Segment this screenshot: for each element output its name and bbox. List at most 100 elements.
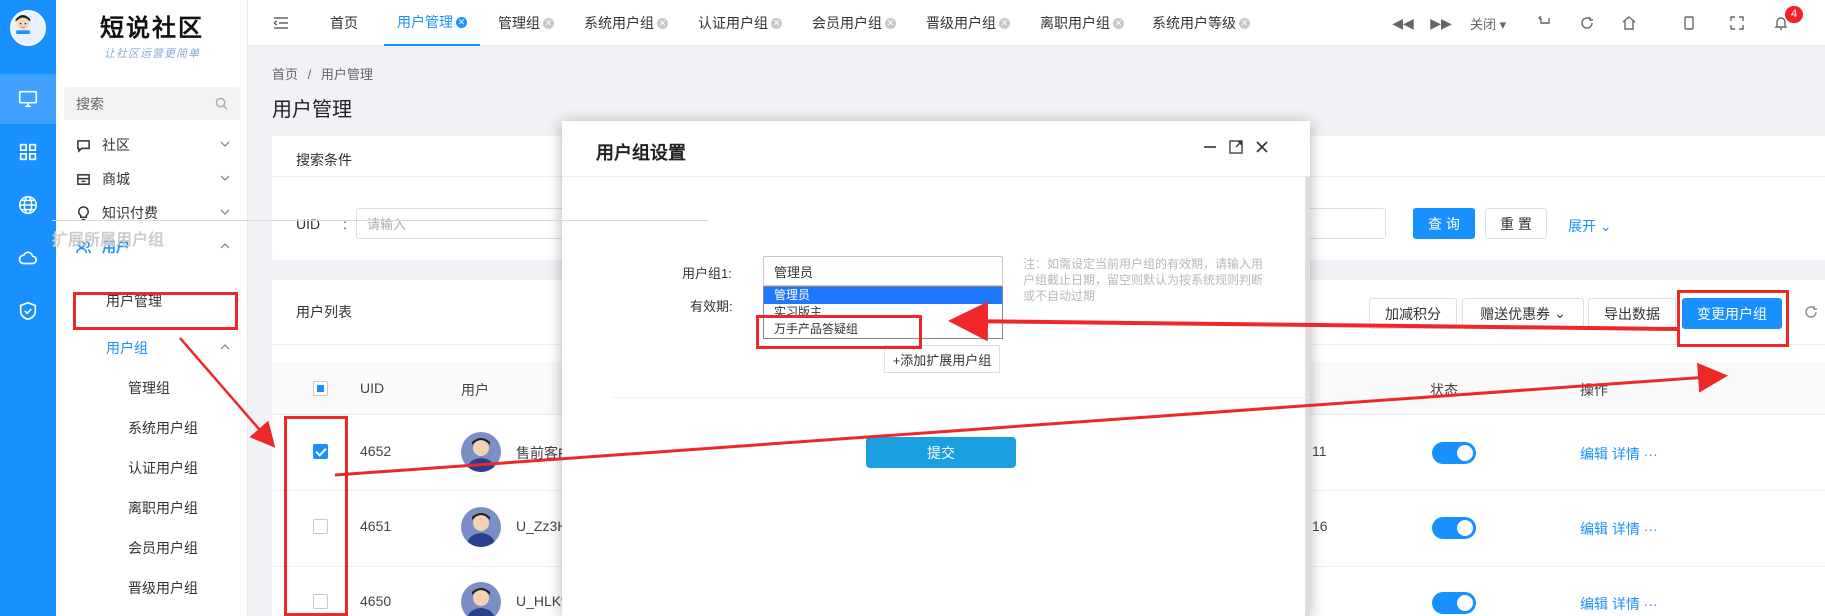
coupon-button[interactable]: 赠送优惠券 ⌄ [1462,298,1584,329]
close-tabs-dropdown[interactable]: 关闭 ▾ [1470,14,1506,33]
search-panel-title: 搜索条件 [296,152,352,168]
sidebar-item-store[interactable]: 商城 [56,165,248,193]
chevron-down-icon: ⌄ [1554,305,1566,321]
uid-placeholder: 请输入 [367,217,407,232]
tab-system-group[interactable]: 系统用户组 ✕ [584,0,668,46]
tab-user-manage[interactable]: 用户管理 ✕ [384,0,480,46]
row-username: 售前客F [516,445,567,461]
scroll-left-icon[interactable]: ◀◀ [1392,14,1414,32]
avatar-face-icon [12,12,34,36]
more-link[interactable]: ··· [1644,446,1658,462]
back-icon[interactable] [1536,14,1554,32]
chevron-up-icon [220,344,230,350]
sidebar-item-member-group[interactable]: 会员用户组 [128,538,198,558]
home-icon[interactable] [1620,14,1638,32]
brand-subtitle: 让社区运营更简单 [104,47,200,60]
close-icon[interactable]: ✕ [456,16,467,28]
close-icon[interactable]: ✕ [657,17,668,29]
search-icon [215,97,228,110]
group-select[interactable]: 管理员 [763,256,1003,286]
add-group-button[interactable]: +添加扩展用户组 [884,345,1000,373]
status-toggle[interactable] [1432,517,1476,539]
menu-search-input[interactable]: 搜索 [64,87,240,120]
store-icon [76,172,92,187]
dropdown-option[interactable]: 管理员 [764,287,1002,304]
row-username: U_HLKv [516,593,569,609]
export-button[interactable]: 导出数据 [1588,298,1676,329]
globe-icon[interactable] [0,180,56,230]
reset-button[interactable]: 重 置 [1485,208,1547,239]
breadcrumb-home[interactable]: 首页 [272,67,298,82]
status-toggle[interactable] [1432,592,1476,614]
more-link[interactable]: ··· [1644,596,1658,612]
annotation-box-checkbox [284,416,348,616]
close-icon[interactable]: ✕ [1113,17,1124,29]
group-label: 用户组1: [682,266,732,281]
close-icon[interactable]: ✕ [999,17,1010,29]
admin-avatar[interactable] [10,10,46,46]
edit-link[interactable]: 编辑 [1580,596,1608,612]
submit-button[interactable]: 提交 [866,437,1016,468]
column-header-user: 用户 [461,382,489,398]
tab-system-level[interactable]: 系统用户等级 ✕ [1152,0,1250,46]
close-icon[interactable]: ✕ [771,17,782,29]
menu-collapse-icon[interactable] [272,14,290,32]
mobile-icon[interactable] [1680,14,1698,32]
detail-link[interactable]: 详情 [1612,596,1640,612]
shield-icon[interactable] [0,286,56,336]
sidebar-item-system-group[interactable]: 系统用户组 [128,418,198,438]
tab-label: 用户管理 [397,14,453,30]
sidebar-item-promotion-group[interactable]: 晋级用户组 [128,578,198,598]
coupon-label: 赠送优惠券 [1480,305,1551,322]
sidebar-item-community[interactable]: 社区 [56,131,248,159]
row-uid: 4652 [360,443,392,459]
select-all-checkbox[interactable] [313,381,328,396]
row-username: U_Zz3H [516,518,568,534]
column-header-uid: UID [360,380,385,396]
refresh-icon[interactable] [1578,14,1596,32]
close-icon[interactable]: ✕ [1239,17,1250,29]
row-uid: 4651 [360,518,392,534]
tab-verified-group[interactable]: 认证用户组 ✕ [698,0,782,46]
user-avatar [461,507,501,547]
icon-rail [0,0,56,616]
sidebar-item-knowledge[interactable]: 知识付费 [56,199,248,227]
close-icon[interactable]: ✕ [885,17,896,29]
sidebar-item-user-group[interactable]: 用户组 [106,338,148,358]
tab-label: 系统用户等级 [1152,15,1236,31]
tab-member-group[interactable]: 会员用户组 ✕ [812,0,896,46]
maximize-icon[interactable] [1228,139,1244,155]
status-toggle[interactable] [1432,442,1476,464]
breadcrumb: 首页 / 用户管理 [272,64,373,83]
tab-home[interactable]: 首页 [330,0,358,46]
scroll-right-icon[interactable]: ▶▶ [1430,14,1452,32]
tab-resigned-group[interactable]: 离职用户组 ✕ [1040,0,1124,46]
points-button[interactable]: 加减积分 [1369,298,1457,329]
refresh-icon[interactable] [1802,303,1820,321]
query-button[interactable]: 查 询 [1413,208,1475,239]
column-header-status: 状态 [1430,382,1458,398]
row-uid: 4650 [360,593,392,609]
chevron-down-icon: ⌄ [1599,218,1612,234]
detail-link[interactable]: 详情 [1612,521,1640,537]
close-icon[interactable]: ✕ [543,17,554,29]
cloud-icon[interactable] [0,233,56,283]
user-avatar [461,582,501,616]
grid-icon[interactable] [0,127,56,177]
tab-label: 管理组 [498,15,540,31]
tab-promotion-group[interactable]: 晋级用户组 ✕ [926,0,1010,46]
more-link[interactable]: ··· [1644,521,1658,537]
tab-admin-group[interactable]: 管理组 ✕ [498,0,554,46]
sidebar-item-verified-group[interactable]: 认证用户组 [128,458,198,478]
expand-link[interactable]: 展开 ⌄ [1568,216,1612,236]
menu-search-placeholder: 搜索 [76,95,104,112]
edit-link[interactable]: 编辑 [1580,521,1608,537]
sidebar-item-resigned-group[interactable]: 离职用户组 [128,498,198,518]
monitor-icon[interactable] [0,74,56,124]
detail-link[interactable]: 详情 [1612,446,1640,462]
minimize-icon[interactable] [1202,139,1218,155]
sidebar-item-admin-group[interactable]: 管理组 [128,378,170,398]
edit-link[interactable]: 编辑 [1580,446,1608,462]
close-icon[interactable] [1254,139,1270,155]
fullscreen-icon[interactable] [1728,14,1746,32]
